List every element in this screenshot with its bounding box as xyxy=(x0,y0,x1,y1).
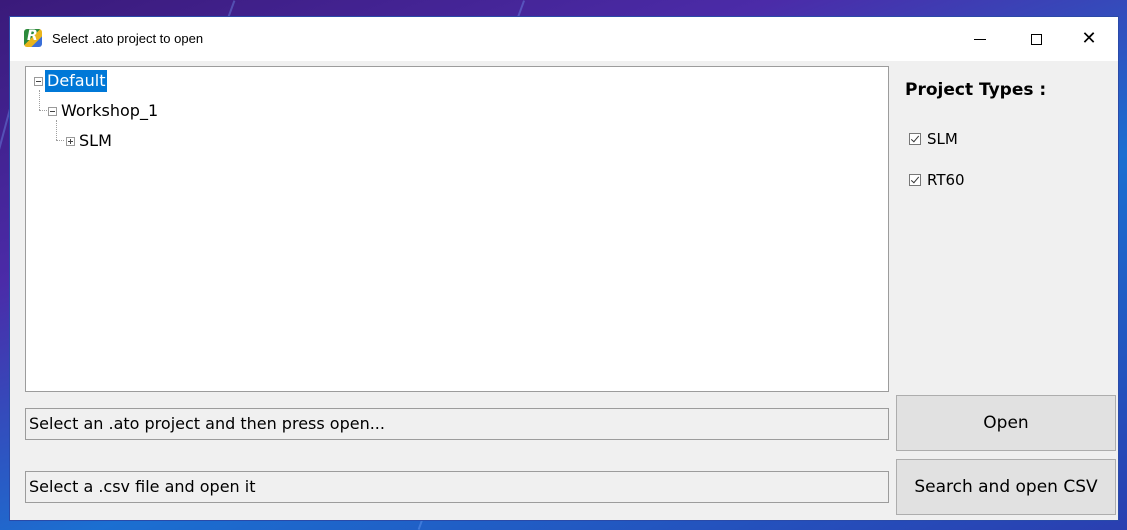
minimize-button[interactable] xyxy=(957,17,1003,61)
tree-item-default[interactable]: Default xyxy=(34,69,108,93)
checkbox-label: SLM xyxy=(927,130,958,148)
tree-item-label: Default xyxy=(45,70,108,92)
collapse-icon[interactable] xyxy=(34,76,43,86)
maximize-icon xyxy=(1030,33,1042,45)
app-logo-icon: R xyxy=(24,28,42,47)
checkbox-checked-icon[interactable] xyxy=(909,133,921,145)
checkbox-label: RT60 xyxy=(927,171,965,189)
dialog-window: R Select .ato project to open ✕ Default … xyxy=(9,16,1119,521)
close-icon: ✕ xyxy=(1081,28,1097,49)
project-tree[interactable]: Default Workshop_1 SLM xyxy=(25,66,889,392)
project-types-heading: Project Types : xyxy=(905,80,1047,100)
ato-project-field[interactable]: Select an .ato project and then press op… xyxy=(25,408,889,440)
checkbox-rt60[interactable]: RT60 xyxy=(909,171,965,189)
tree-item-label: SLM xyxy=(79,131,112,150)
tree-connector xyxy=(56,120,57,140)
csv-file-field[interactable]: Select a .csv file and open it xyxy=(25,471,889,503)
checkbox-slm[interactable]: SLM xyxy=(909,130,958,148)
tree-connector xyxy=(39,90,40,110)
close-button[interactable]: ✕ xyxy=(1066,17,1112,61)
tree-item-workshop[interactable]: Workshop_1 xyxy=(48,99,160,123)
tree-connector xyxy=(39,110,47,111)
tree-item-label: Workshop_1 xyxy=(61,101,159,120)
maximize-button[interactable] xyxy=(1013,17,1059,61)
checkbox-checked-icon[interactable] xyxy=(909,174,921,186)
open-button[interactable]: Open xyxy=(896,395,1116,451)
minimize-icon xyxy=(974,38,986,40)
tree-connector xyxy=(56,140,64,141)
expand-icon[interactable] xyxy=(66,136,75,146)
title-bar[interactable]: R Select .ato project to open ✕ xyxy=(10,17,1118,61)
window-title: Select .ato project to open xyxy=(52,31,204,46)
tree-item-slm[interactable]: SLM xyxy=(66,129,114,153)
collapse-icon[interactable] xyxy=(48,106,57,116)
search-open-csv-button[interactable]: Search and open CSV xyxy=(896,459,1116,515)
